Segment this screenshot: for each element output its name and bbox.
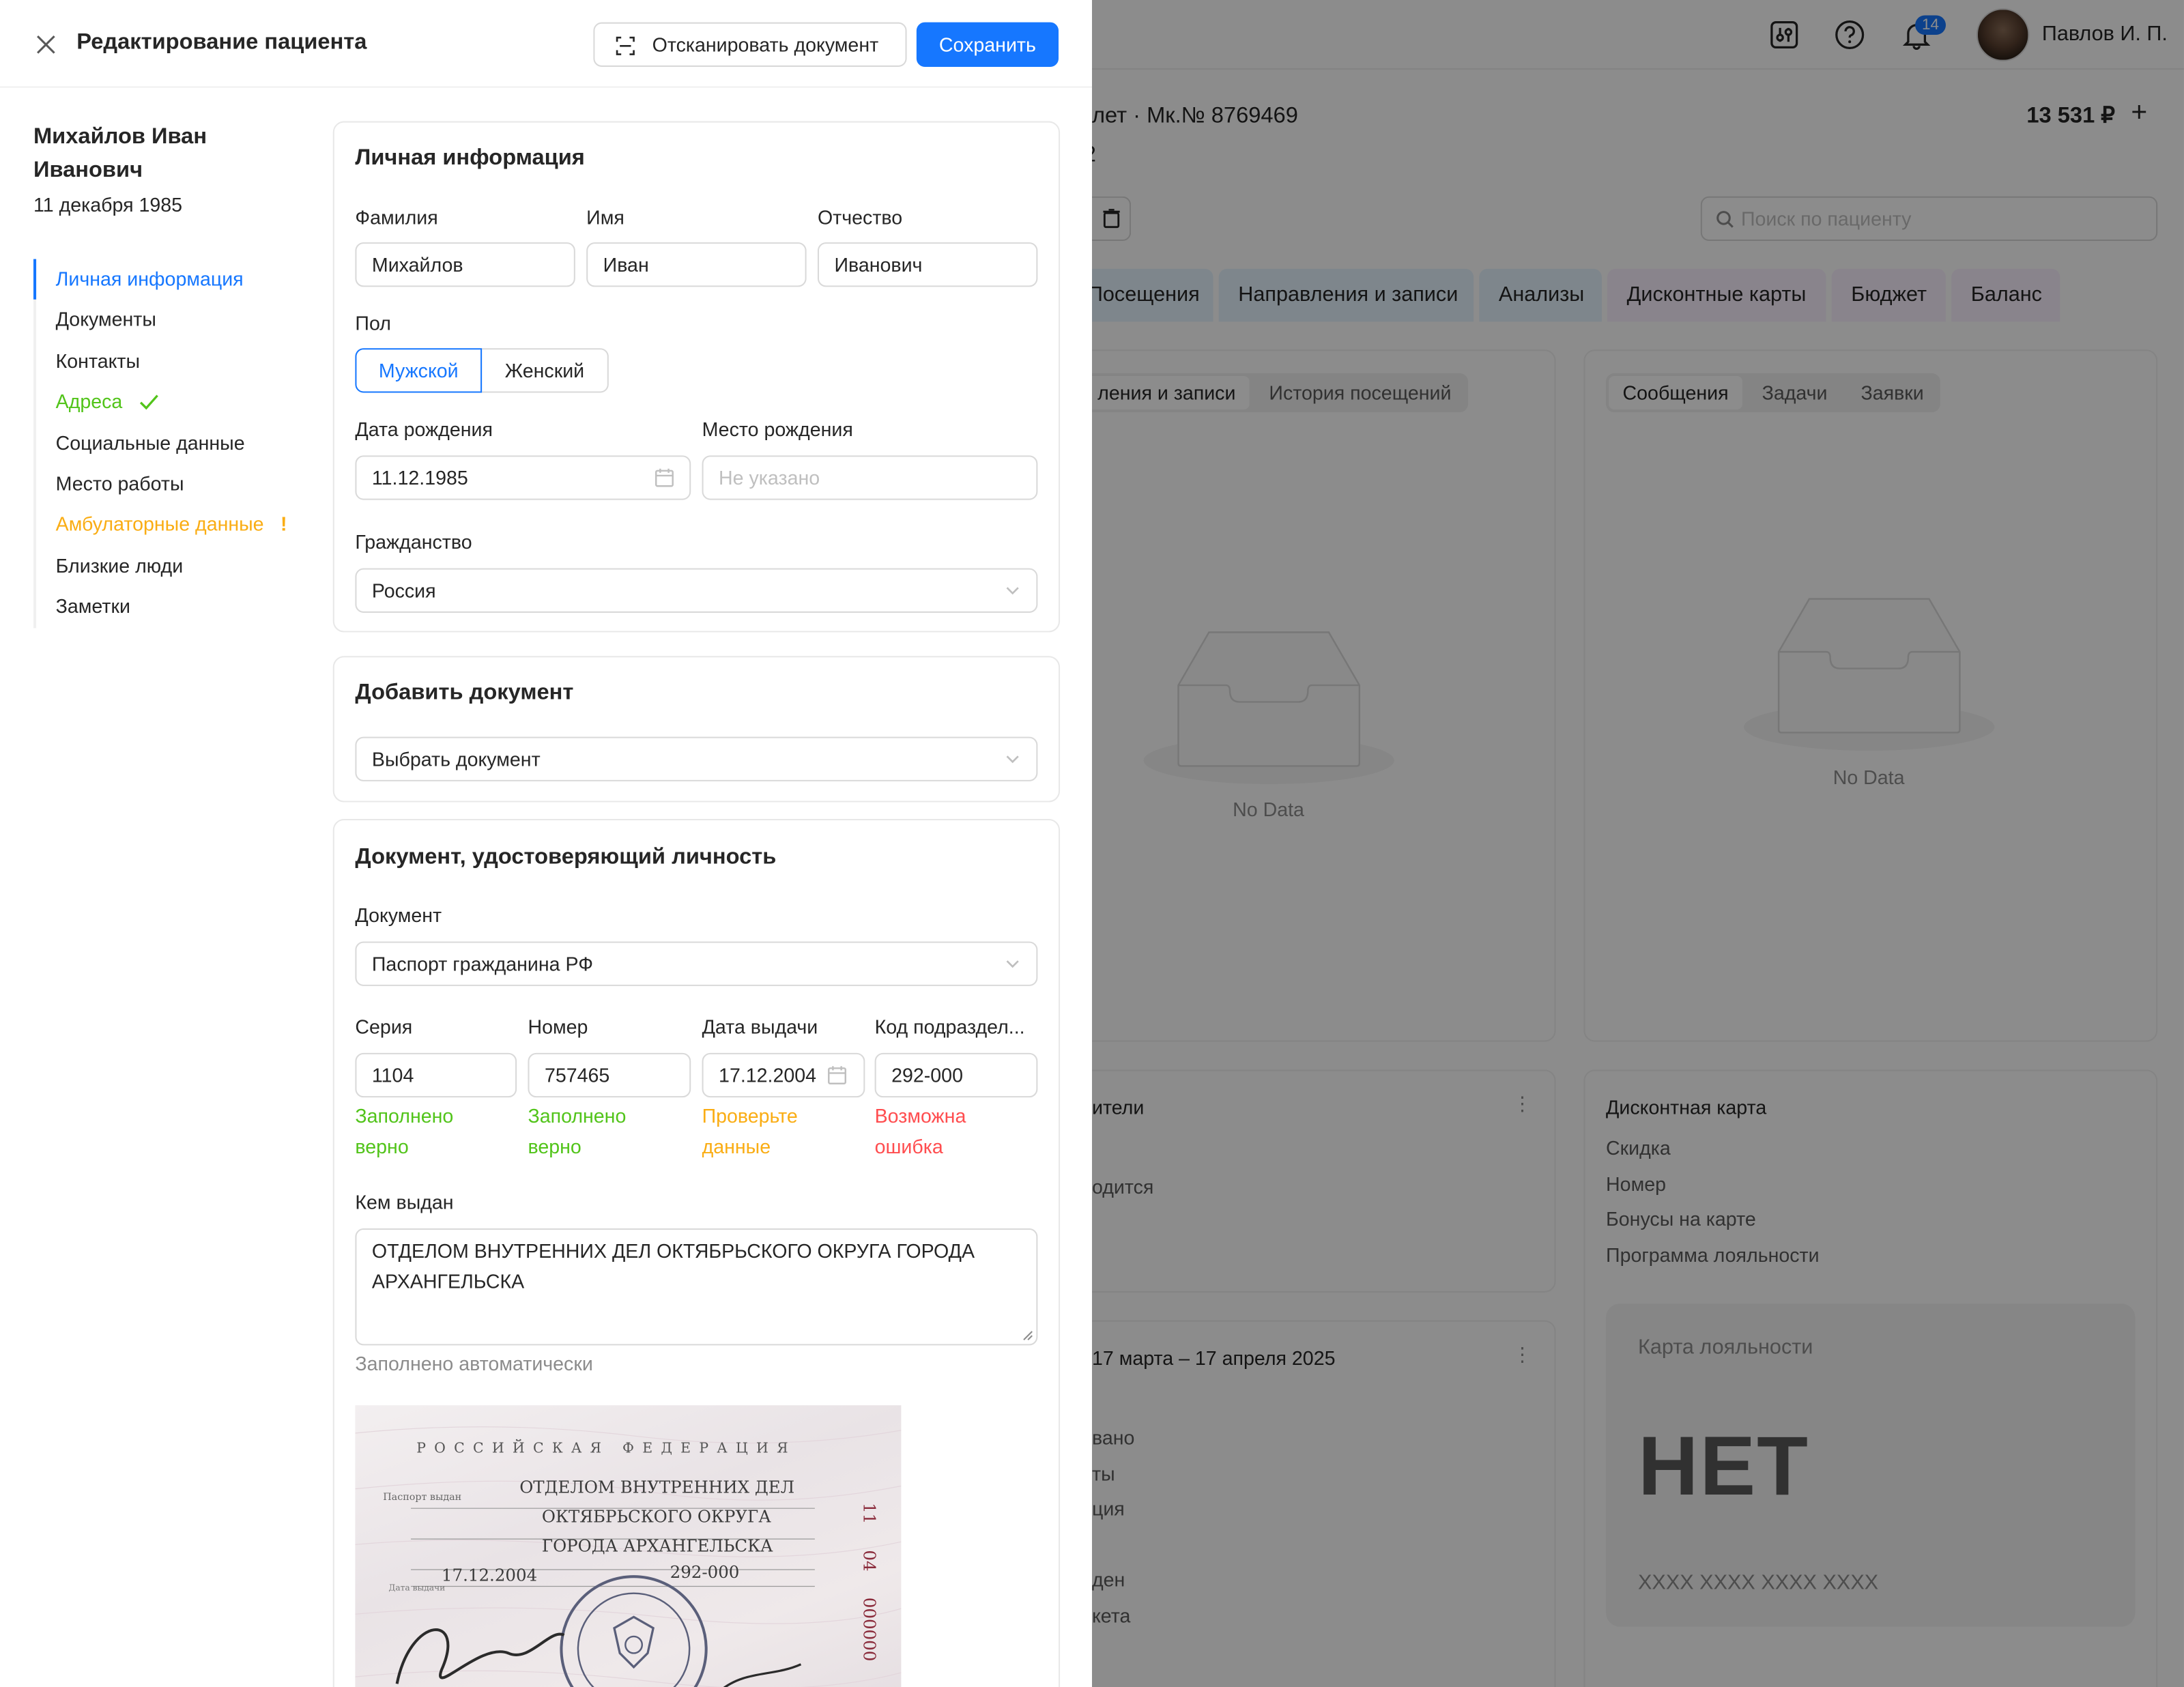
nav-item-relatives[interactable]: Близкие люди (36, 545, 287, 586)
passport-code: 292-000 (670, 1562, 740, 1583)
patronymic-input[interactable]: Иванович (817, 242, 1038, 287)
issue-date-input[interactable]: 17.12.2004 (702, 1052, 865, 1098)
check-icon (139, 394, 158, 410)
issue-date-hint-line1: Проверьте (702, 1104, 798, 1127)
division-code-hint-line1: Возможна (874, 1104, 966, 1127)
series-hint-line1: Заполнено (355, 1104, 454, 1127)
drawer-header: Редактирование пациента Отсканировать до… (0, 0, 1092, 88)
issue-date-hint-line2: данные (702, 1135, 771, 1157)
nav-item-contacts[interactable]: Контакты (36, 341, 287, 382)
name-input[interactable]: Иван (586, 242, 807, 287)
gender-label: Пол (355, 312, 391, 334)
nav-item-documents[interactable]: Документы (36, 300, 287, 341)
chevron-down-icon (1006, 755, 1019, 764)
citizenship-label: Гражданство (355, 530, 472, 553)
birthdate-label: Дата рождения (355, 418, 493, 440)
edit-patient-drawer: Редактирование пациента Отсканировать до… (0, 0, 1092, 1687)
birthplace-label: Место рождения (702, 418, 853, 440)
division-code-label: Код подраздел... (874, 1015, 1025, 1038)
surname-input[interactable]: Михайлов (355, 242, 575, 287)
patronymic-label: Отчество (817, 206, 903, 229)
calendar-icon (655, 468, 674, 487)
nav-item-personal[interactable]: Личная информация (33, 259, 287, 300)
name-label: Имя (586, 206, 624, 229)
warning-icon: ! (281, 513, 287, 536)
passport-line: ОКТЯБРЬСКОГО ОКРУГА (541, 1507, 771, 1527)
nav-item-addresses[interactable]: Адреса (36, 382, 287, 423)
scan-document-button[interactable]: Отсканировать документ (593, 22, 907, 67)
save-button[interactable]: Сохранить (916, 22, 1059, 67)
division-code-input[interactable]: 292-000 (874, 1052, 1038, 1098)
nav-item-notes[interactable]: Заметки (36, 586, 287, 627)
patient-birthdate: 11 декабря 1985 (33, 193, 183, 216)
citizenship-select[interactable]: Россия (355, 568, 1038, 613)
passport-side-number: 000000 (859, 1597, 879, 1662)
birthplace-input[interactable]: Не указано (702, 455, 1038, 500)
issued-by-label: Кем выдан (355, 1190, 454, 1213)
number-hint-line1: Заполнено (528, 1104, 627, 1127)
number-input[interactable]: 757465 (528, 1052, 691, 1098)
card-title: Добавить документ (355, 680, 574, 705)
passport-date-caption: Дата выдачи (388, 1583, 446, 1594)
document-type-select[interactable]: Паспорт гражданина РФ (355, 941, 1038, 986)
chevron-down-icon (1006, 587, 1019, 595)
passport-issued-caption: Паспорт выдан (383, 1491, 462, 1503)
card-title: Личная информация (355, 146, 585, 170)
surname-label: Фамилия (355, 206, 438, 229)
gender-male-option[interactable]: Мужской (355, 348, 483, 393)
passport-side-number: 11 (859, 1503, 879, 1525)
passport-line: ГОРОДА АРХАНГЕЛЬСКА (541, 1536, 773, 1556)
section-nav: Личная информация Документы Контакты Адр… (33, 259, 287, 628)
nav-item-social[interactable]: Социальные данные (36, 423, 287, 464)
card-title: Документ, удостоверяющий личность (355, 845, 777, 869)
series-input[interactable]: 1104 (355, 1052, 517, 1098)
drawer-title: Редактирование пациента (76, 30, 367, 55)
add-document-select[interactable]: Выбрать документ (355, 736, 1038, 781)
calendar-icon (828, 1066, 846, 1084)
passport-scan-image: РОССИЙСКАЯ ФЕДЕРАЦИЯ Паспорт выдан ОТДЕЛ… (355, 1405, 902, 1687)
scan-document-label: Отсканировать документ (652, 33, 879, 56)
series-label: Серия (355, 1015, 413, 1038)
passport-header: РОССИЙСКАЯ ФЕДЕРАЦИЯ (416, 1441, 796, 1457)
patient-name: Михайлов Иван Иванович (33, 125, 207, 183)
number-label: Номер (528, 1015, 588, 1038)
number-hint-line2: верно (528, 1135, 581, 1157)
division-code-hint-line2: ошибка (874, 1135, 943, 1157)
passport-side-number: 04 (859, 1550, 879, 1572)
scan-icon (616, 36, 635, 55)
signature-scribble (395, 1628, 565, 1684)
close-icon[interactable] (35, 33, 57, 56)
stamp-seal (560, 1575, 708, 1687)
gender-female-option[interactable]: Женский (480, 348, 609, 393)
series-hint-line2: верно (355, 1135, 409, 1157)
passport-line: ОТДЕЛОМ ВНУТРЕННИХ ДЕЛ (519, 1477, 795, 1497)
issued-by-textarea[interactable]: ОТДЕЛОМ ВНУТРЕННИХ ДЕЛ ОКТЯБРЬСКОГО ОКРУ… (355, 1228, 1038, 1346)
passport-date: 17.12.2004 (441, 1565, 538, 1585)
birthdate-input[interactable]: 11.12.1985 (355, 455, 691, 500)
resize-handle-icon[interactable] (1022, 1330, 1033, 1341)
issue-date-label: Дата выдачи (702, 1015, 818, 1038)
auto-filled-hint: Заполнено автоматически (355, 1352, 593, 1375)
nav-item-workplace[interactable]: Место работы (36, 463, 287, 504)
document-type-label: Документ (355, 904, 442, 927)
chevron-down-icon (1006, 960, 1019, 968)
nav-item-outpatient[interactable]: Амбулаторные данные! (36, 504, 287, 545)
